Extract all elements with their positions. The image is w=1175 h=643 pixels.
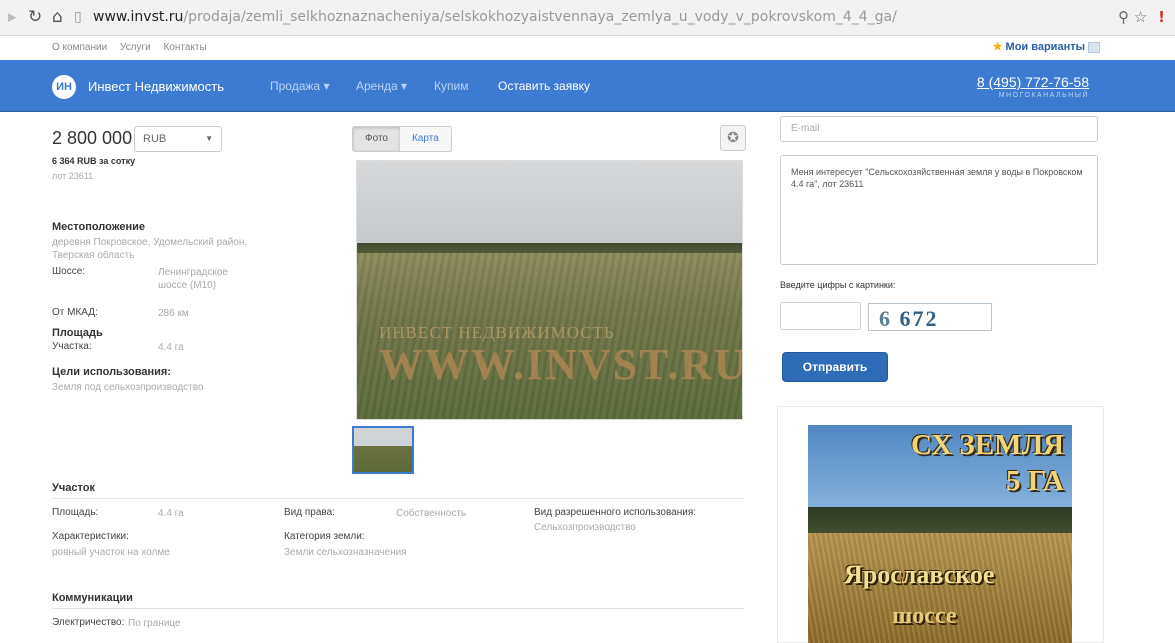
thumb-sky (354, 428, 412, 446)
permitted-use-value: Сельхозпроизводство (534, 522, 636, 533)
message-textarea[interactable]: Меня интересует "Сельскохозяйственная зе… (780, 155, 1098, 265)
ownership-value: Собственность (396, 508, 467, 519)
nav-item-buy[interactable]: Купим (434, 79, 468, 93)
url-domain: www.invst.ru (93, 9, 184, 25)
phone-subtitle: МНОГОКАНАЛЬНЫЙ (998, 92, 1089, 99)
ownership-key: Вид права: (284, 507, 335, 518)
photo-thumbnail[interactable] (352, 426, 414, 474)
communications-divider (52, 608, 744, 609)
main-navbar: ИН Инвест Недвижимость Продажа ▾ Аренда … (0, 60, 1175, 112)
favorites-label: Мои варианты (1005, 41, 1085, 53)
caret-down-icon: ▾ (401, 79, 408, 93)
page-icon: ▯ (74, 9, 82, 25)
nav-item-sale[interactable]: Продажа ▾ (270, 79, 329, 93)
mkad-key: От МКАД: (52, 307, 98, 318)
purpose-title: Цели использования: (52, 366, 171, 378)
phone-number[interactable]: 8 (495) 772-76-58 (977, 74, 1089, 90)
logo-icon[interactable]: ИН (52, 75, 76, 99)
tab-photo[interactable]: Фото (353, 127, 400, 151)
thumb-field (354, 446, 412, 472)
location-line-2: Тверская область (52, 250, 135, 261)
home-icon[interactable]: ⌂ (52, 7, 63, 27)
highway-line-2: шоссе (М10) (158, 280, 217, 291)
add-favorite-button[interactable]: ✪ (720, 125, 746, 151)
caret-down-icon: ▾ (323, 79, 330, 93)
location-line-1: деревня Покровское, Удомельский район, (52, 237, 248, 248)
send-button[interactable]: Отправить (782, 352, 888, 382)
star-icon: ✪ (727, 130, 739, 146)
captcha-input[interactable] (780, 302, 861, 330)
email-field[interactable]: E-mail (780, 116, 1098, 142)
star-icon: ★ (992, 41, 1003, 53)
ad-line-1: СХ ЗЕМЛЯ (911, 429, 1064, 461)
electricity-value: По границе (128, 618, 181, 629)
ad-line-4: шоссе (892, 603, 957, 629)
area-title: Площадь (52, 327, 103, 339)
ad-line-3: Ярославское (844, 560, 995, 589)
location-title: Местоположение (52, 221, 146, 233)
utility-bar: О компании Услуги Контакты ★ Мои варианты (0, 36, 1175, 60)
mkad-value: 286 км (158, 308, 189, 319)
browser-actions: ⚲ ☆ ! (1118, 8, 1165, 26)
plot-area-value: 4.4 га (158, 508, 184, 519)
captcha-digit-first: 6 (879, 306, 892, 331)
captcha-label: Введите цифры с картинки: (780, 280, 896, 290)
highway-line-1: Ленинградское (158, 267, 228, 278)
photo-sky (357, 161, 742, 249)
url-path: /prodaja/zemli_selkhoznaznacheniya/selsk… (183, 9, 897, 25)
watermark-big: WWW.INVST.RU (379, 340, 743, 389)
characteristics-key: Характеристики: (52, 531, 129, 542)
characteristics-value: ровный участок на холме (52, 547, 170, 558)
nav-item-rent[interactable]: Аренда ▾ (356, 79, 407, 93)
nav-item-sale-label: Продажа (270, 79, 321, 93)
tab-map[interactable]: Карта (400, 127, 451, 151)
util-link-contacts[interactable]: Контакты (163, 42, 206, 53)
plot-area-key: Участка: (52, 341, 92, 352)
captcha-digits-rest: 672 (899, 306, 939, 331)
purpose-value: Земля под сельхозпроизводство (52, 382, 204, 393)
permitted-use-key: Вид разрешенного использования: (534, 507, 697, 518)
plot-area-value: 4.4 га (158, 342, 184, 353)
captcha-image: 6 672 (868, 303, 992, 331)
reload-icon[interactable]: ↻ (28, 7, 42, 27)
extension-icon[interactable]: ! (1158, 8, 1165, 26)
communications-title: Коммуникации (52, 592, 133, 604)
leave-request-link[interactable]: Оставить заявку (498, 79, 590, 93)
ad-banner[interactable]: СХ ЗЕМЛЯ 5 ГА Ярославское шоссе (808, 425, 1072, 643)
highway-key: Шоссе: (52, 266, 86, 277)
listing-photo[interactable]: ИНВЕСТ НЕДВИЖИМОСТЬ WWW.INVST.RU (356, 160, 743, 420)
currency-value: RUB (143, 133, 167, 145)
util-link-services[interactable]: Услуги (120, 42, 151, 53)
browser-toolbar: ▸ ↻ ⌂ ▯ www.invst.ru/prodaja/zemli_selkh… (0, 0, 1175, 36)
caret-down-icon: ▼ (205, 134, 213, 143)
plot-area-key: Площадь: (52, 507, 99, 518)
forward-icon[interactable]: ▸ (8, 7, 17, 27)
media-tabs: Фото Карта (352, 126, 452, 152)
util-link-about[interactable]: О компании (52, 42, 107, 53)
plot-section-divider (52, 498, 744, 499)
utility-links: О компании Услуги Контакты (52, 42, 217, 53)
electricity-key: Электричество: (52, 617, 125, 628)
favorites-count-box (1088, 41, 1100, 53)
ad-line-2: 5 ГА (1006, 465, 1064, 497)
bookmark-star-icon[interactable]: ☆ (1134, 8, 1147, 26)
plot-section-title: Участок (52, 482, 95, 494)
lot-number: лот 23611 (52, 171, 94, 181)
nav-item-rent-label: Аренда (356, 79, 398, 93)
currency-select[interactable]: RUB ▼ (134, 126, 222, 152)
price: 2 800 000 (52, 128, 133, 148)
brand-name[interactable]: Инвест Недвижимость (88, 79, 224, 94)
price-per-hundred: 6 364 RUB за сотку (52, 156, 136, 166)
zoom-icon[interactable]: ⚲ (1118, 8, 1129, 26)
favorites-link[interactable]: ★ Мои варианты (993, 40, 1100, 53)
land-category-value: Земли сельхозназначения (284, 547, 407, 558)
land-category-key: Категория земли: (284, 531, 365, 542)
address-bar[interactable]: www.invst.ru/prodaja/zemli_selkhoznaznac… (93, 9, 897, 25)
